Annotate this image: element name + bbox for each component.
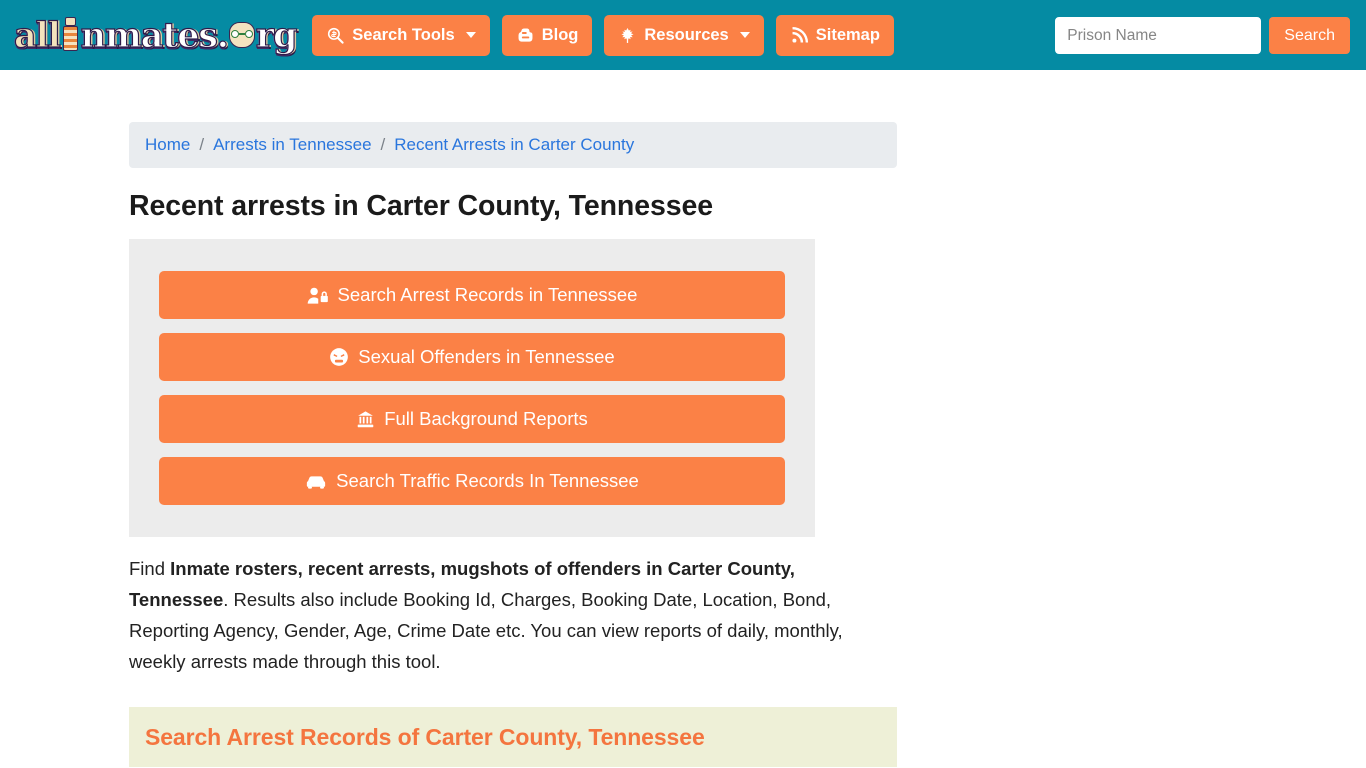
- header-search-button[interactable]: Search: [1269, 17, 1350, 54]
- breadcrumb-separator: /: [380, 135, 386, 154]
- sexual-offenders-label: Sexual Offenders in Tennessee: [358, 346, 615, 367]
- nav-blog-button[interactable]: Blog: [501, 14, 593, 56]
- car-icon: [305, 472, 327, 490]
- angry-face-icon: [329, 347, 349, 367]
- full-background-reports-label: Full Background Reports: [384, 408, 588, 429]
- intro-lead: Find: [129, 558, 171, 579]
- nav-search-tools-label: Search Tools: [352, 25, 455, 44]
- nav-sitemap-button[interactable]: Sitemap: [775, 14, 894, 56]
- site-logo[interactable]: all nmates. rg: [13, 12, 298, 58]
- nav-resources-label: Resources: [644, 25, 729, 44]
- user-lock-icon: [307, 286, 329, 305]
- search-arrest-records-button[interactable]: Search Arrest Records in Tennessee: [159, 271, 785, 319]
- search-traffic-records-button[interactable]: Search Traffic Records In Tennessee: [159, 457, 785, 505]
- nav-sitemap-label: Sitemap: [815, 25, 880, 44]
- breadcrumb-item-arrests-in-tennessee[interactable]: Arrests in Tennessee: [213, 135, 371, 155]
- content-container: Home / Arrests in Tennessee / Recent Arr…: [129, 122, 897, 767]
- site-header: all nmates. rg Search Tools Blog Resourc…: [0, 0, 1366, 70]
- page-title: Recent arrests in Carter County, Tenness…: [129, 190, 713, 222]
- masked-face-icon: [228, 22, 255, 48]
- search-arrest-records-label: Search Arrest Records in Tennessee: [337, 284, 638, 305]
- nav-resources-button[interactable]: Resources: [604, 14, 764, 56]
- sexual-offenders-button[interactable]: Sexual Offenders in Tennessee: [159, 333, 785, 381]
- rss-icon: [790, 26, 809, 45]
- logo-text-after: rg: [255, 14, 298, 56]
- main-nav: Search Tools Blog Resources Sitemap: [312, 14, 894, 56]
- prisoner-icon: [61, 15, 80, 55]
- logo-text-before: all: [13, 14, 61, 56]
- breadcrumb: Home / Arrests in Tennessee / Recent Arr…: [129, 122, 897, 168]
- blogger-icon: [516, 26, 535, 45]
- logo-wordmark: all nmates. rg: [13, 14, 298, 56]
- breadcrumb-item-home[interactable]: Home: [145, 135, 190, 155]
- landmark-icon: [356, 410, 375, 429]
- search-traffic-records-label: Search Traffic Records In Tennessee: [336, 470, 639, 491]
- chevron-down-icon: [739, 32, 750, 38]
- nav-blog-label: Blog: [541, 25, 579, 44]
- intro-paragraph: Find Inmate rosters, recent arrests, mug…: [129, 553, 899, 677]
- intro-rest: . Results also include Booking Id, Charg…: [129, 589, 843, 672]
- logo-text-mid: nmates.: [80, 14, 229, 56]
- chevron-down-icon: [465, 32, 476, 38]
- search-arrest-records-banner: Search Arrest Records of Carter County, …: [129, 707, 897, 767]
- breadcrumb-item-recent-arrests-carter-county[interactable]: Recent Arrests in Carter County: [394, 135, 634, 155]
- prison-name-search-input[interactable]: [1055, 17, 1262, 54]
- banner-heading: Search Arrest Records of Carter County, …: [145, 724, 705, 750]
- header-search-form: Search: [1055, 17, 1350, 54]
- leaf-icon: [618, 26, 637, 45]
- search-dollar-icon: [326, 26, 345, 45]
- page-content: Home / Arrests in Tennessee / Recent Arr…: [0, 70, 1366, 767]
- breadcrumb-separator: /: [199, 135, 205, 154]
- action-buttons-panel: Search Arrest Records in Tennessee Sexua…: [129, 239, 815, 537]
- full-background-reports-button[interactable]: Full Background Reports: [159, 395, 785, 443]
- nav-search-tools-button[interactable]: Search Tools: [312, 14, 490, 56]
